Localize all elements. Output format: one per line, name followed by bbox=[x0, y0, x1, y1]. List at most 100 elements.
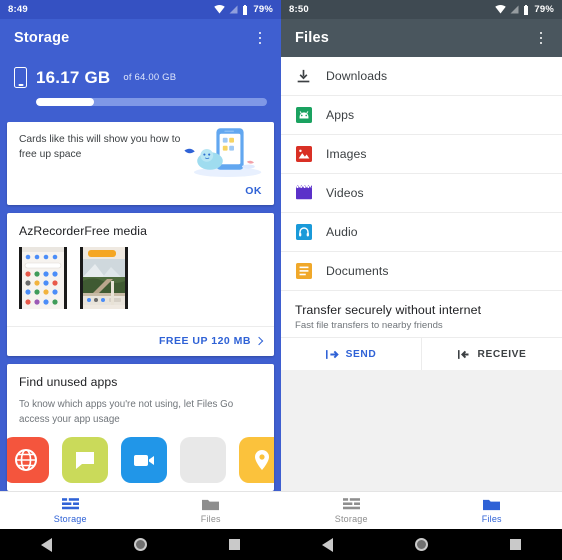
file-row-documents[interactable]: Documents bbox=[281, 252, 562, 291]
card-list: Cards like this will show you how to fre… bbox=[0, 122, 281, 491]
phone-illustration bbox=[184, 128, 262, 177]
nav-tab-files-label: Files bbox=[481, 513, 502, 524]
storage-used-value: 16.17 GB bbox=[36, 67, 111, 87]
recents-square-icon[interactable] bbox=[214, 529, 254, 560]
unused-apps-icon-row bbox=[7, 427, 274, 484]
bottom-nav-left: Storage Files bbox=[0, 491, 281, 529]
thumbnail-landscape-photo[interactable] bbox=[80, 247, 128, 309]
transfer-subtitle: Fast file transfers to nearby friends bbox=[295, 320, 443, 331]
app-bar-files: Files bbox=[281, 19, 562, 57]
nav-tab-storage-label: Storage bbox=[53, 513, 87, 524]
back-triangle-icon[interactable] bbox=[27, 529, 67, 560]
location-app-icon[interactable] bbox=[239, 437, 274, 484]
home-circle-icon[interactable] bbox=[120, 529, 160, 560]
audio-headphone-icon bbox=[295, 224, 312, 241]
file-category-list: Downloads Apps Images Videos Audio Docum… bbox=[281, 57, 562, 291]
transfer-section: Transfer securely without internet Fast … bbox=[281, 291, 562, 337]
unused-apps-title: Find unused apps bbox=[19, 375, 118, 389]
signal-icon bbox=[510, 5, 519, 14]
wifi-icon bbox=[214, 5, 226, 14]
more-vert-icon[interactable] bbox=[534, 29, 548, 47]
page-title: Storage bbox=[14, 30, 70, 46]
back-triangle-icon[interactable] bbox=[308, 529, 348, 560]
battery-icon bbox=[243, 4, 248, 15]
promo-card-text: Cards like this will show you how to fre… bbox=[19, 134, 181, 160]
message-app-icon[interactable] bbox=[62, 437, 108, 484]
file-row-label: Audio bbox=[326, 225, 358, 239]
thumbnail-app-drawer-image bbox=[22, 247, 64, 309]
receive-arrow-icon bbox=[457, 349, 469, 359]
send-arrow-icon bbox=[325, 349, 339, 359]
document-icon bbox=[295, 263, 312, 280]
folder-icon bbox=[202, 499, 220, 510]
android-system-bar-right bbox=[281, 529, 562, 560]
signal-icon bbox=[229, 5, 238, 14]
storage-total-value: of 64.00 GB bbox=[123, 72, 177, 83]
files-screen: 8:50 79% Files Downloads Apps Images Vid… bbox=[281, 0, 562, 560]
dual-screenshot-container: 8:49 79% Storage 16.17 GB of 64.00 GB Ca… bbox=[0, 0, 562, 560]
status-bar-left: 8:49 79% bbox=[0, 0, 281, 19]
media-thumbnails bbox=[19, 247, 262, 318]
folder-icon bbox=[483, 499, 501, 510]
file-row-audio[interactable]: Audio bbox=[281, 213, 562, 252]
bottom-nav-right: Storage Files bbox=[281, 491, 562, 529]
receive-button[interactable]: RECEIVE bbox=[422, 338, 562, 370]
globe-app-icon[interactable] bbox=[7, 437, 49, 484]
blank-app-icon[interactable] bbox=[180, 437, 226, 484]
thumbnail-app-drawer[interactable] bbox=[19, 247, 67, 309]
battery-percentage: 79% bbox=[534, 4, 554, 15]
globe-app-icon-glyph bbox=[15, 449, 37, 472]
more-vert-icon[interactable] bbox=[253, 29, 267, 47]
chevron-right-icon[interactable] bbox=[254, 336, 264, 346]
file-row-images[interactable]: Images bbox=[281, 135, 562, 174]
media-card[interactable]: AzRecorderFree media FREE UP 120 MB bbox=[7, 213, 274, 356]
storage-progress-fill bbox=[36, 98, 94, 106]
page-title: Files bbox=[295, 30, 330, 46]
thumbnail-landscape-photo-image bbox=[83, 247, 125, 309]
battery-icon bbox=[524, 4, 529, 15]
status-bar-right: 8:50 79% bbox=[281, 0, 562, 19]
home-circle-icon[interactable] bbox=[401, 529, 441, 560]
status-bar-clock: 8:50 bbox=[289, 4, 309, 15]
unused-apps-description: To know which apps you're not using, let… bbox=[19, 399, 234, 425]
storage-summary: 16.17 GB of 64.00 GB bbox=[0, 57, 281, 122]
video-camera-app-icon[interactable] bbox=[121, 437, 167, 484]
recents-square-icon[interactable] bbox=[495, 529, 535, 560]
promo-card-actions: OK bbox=[7, 179, 274, 205]
file-row-label: Images bbox=[326, 147, 367, 161]
transfer-actions: SEND RECEIVE bbox=[281, 337, 562, 370]
files-empty-space bbox=[281, 370, 562, 491]
wifi-icon bbox=[495, 5, 507, 14]
nav-tab-files[interactable]: Files bbox=[141, 492, 282, 529]
storage-list-icon bbox=[342, 497, 360, 509]
file-row-apps[interactable]: Apps bbox=[281, 96, 562, 135]
file-row-videos[interactable]: Videos bbox=[281, 174, 562, 213]
file-row-downloads[interactable]: Downloads bbox=[281, 57, 562, 96]
storage-screen: 8:49 79% Storage 16.17 GB of 64.00 GB Ca… bbox=[0, 0, 281, 560]
media-card-actions: FREE UP 120 MB bbox=[7, 327, 274, 356]
file-row-label: Documents bbox=[326, 264, 389, 278]
send-button[interactable]: SEND bbox=[281, 338, 422, 370]
location-app-icon-glyph bbox=[255, 450, 269, 471]
nav-tab-files-label: Files bbox=[200, 513, 221, 524]
app-bar-storage: Storage bbox=[0, 19, 281, 57]
promo-card-body: Cards like this will show you how to fre… bbox=[7, 122, 274, 179]
free-up-button[interactable]: FREE UP 120 MB bbox=[159, 335, 251, 347]
file-row-label: Downloads bbox=[326, 69, 388, 83]
status-bar-icons: 79% bbox=[495, 4, 554, 15]
promo-ok-button[interactable]: OK bbox=[245, 185, 262, 197]
storage-usage-row: 16.17 GB of 64.00 GB bbox=[14, 67, 267, 88]
nav-tab-files[interactable]: Files bbox=[422, 492, 562, 529]
nav-tab-storage[interactable]: Storage bbox=[0, 492, 141, 529]
nav-tab-storage-label: Storage bbox=[334, 513, 368, 524]
storage-progress-track bbox=[36, 98, 267, 106]
receive-button-label: RECEIVE bbox=[477, 348, 527, 360]
storage-list-icon bbox=[61, 497, 79, 509]
unused-apps-card[interactable]: Find unused apps To know which apps you'… bbox=[7, 364, 274, 491]
image-icon bbox=[295, 146, 312, 163]
media-card-title: AzRecorderFree media bbox=[19, 224, 147, 238]
nav-tab-storage[interactable]: Storage bbox=[281, 492, 422, 529]
promo-card[interactable]: Cards like this will show you how to fre… bbox=[7, 122, 274, 205]
media-card-body: AzRecorderFree media bbox=[7, 213, 274, 326]
file-row-label: Videos bbox=[326, 186, 364, 200]
